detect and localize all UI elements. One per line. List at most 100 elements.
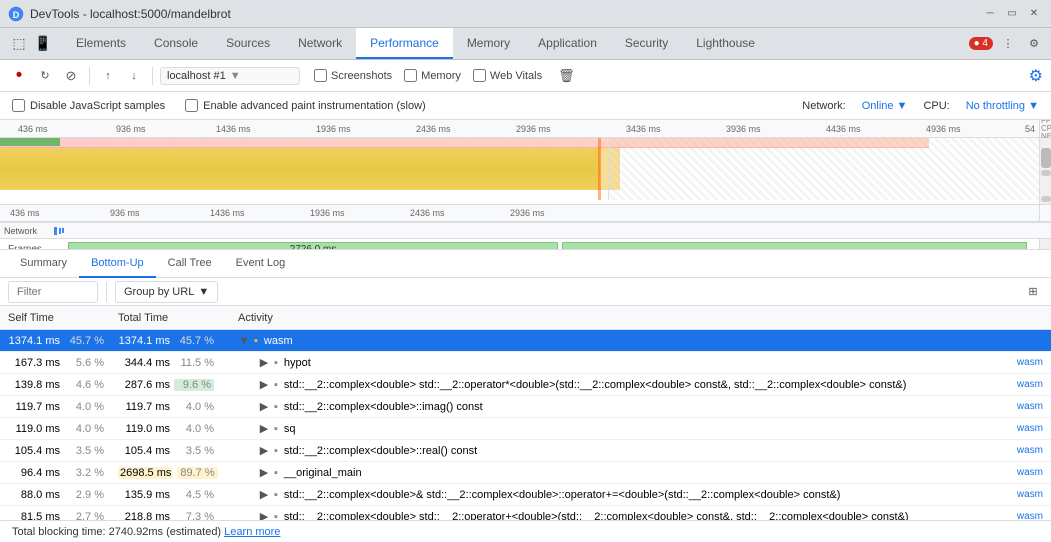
memory-checkbox[interactable] (404, 69, 417, 82)
record-btn[interactable]: ⏺ (8, 65, 30, 87)
timeline-scrollbar-thumb[interactable] (1041, 148, 1051, 168)
wasm-link-8[interactable]: wasm (1017, 511, 1043, 520)
expand-arrow-0[interactable]: ▼ (238, 335, 250, 347)
table-row[interactable]: 81.5 ms 2.7 % 218.8 ms 7.3 % ▶ ▪ std::__… (0, 506, 1051, 520)
webvitals-checkbox[interactable] (473, 69, 486, 82)
error-badge: ● 4 (969, 37, 993, 50)
settings-gear-btn[interactable]: ⚙ (1023, 33, 1045, 55)
tab-bottom-up[interactable]: Bottom-Up (79, 250, 156, 278)
reload-record-btn[interactable]: ↻ (34, 65, 56, 87)
table-row[interactable]: 1374.1 ms 45.7 % 1374.1 ms 45.7 % ▼ ▪ wa… (0, 330, 1051, 352)
scrollbar-btn-down[interactable] (1041, 170, 1051, 176)
expand-arrow-8[interactable]: ▶ (258, 510, 270, 520)
expand-arrow-1[interactable]: ▶ (258, 356, 270, 369)
more-tools-btn[interactable]: ⋮ (997, 33, 1019, 55)
expand-arrow-3[interactable]: ▶ (258, 400, 270, 413)
wasm-link-6[interactable]: wasm (1017, 467, 1043, 478)
svg-text:D: D (13, 10, 20, 20)
frames-bar: 2726.0 ms (68, 242, 558, 251)
disable-js-samples-checkbox[interactable] (12, 99, 25, 112)
table-row[interactable]: 105.4 ms 3.5 % 105.4 ms 3.5 % ▶ ▪ std::_… (0, 440, 1051, 462)
device-btn[interactable]: 📱 (32, 33, 54, 55)
timeline-scrollbar-v[interactable] (1039, 138, 1051, 204)
timeline-ruler-top: 436 ms 936 ms 1436 ms 1936 ms 2436 ms 29… (0, 120, 1051, 138)
marker-line (598, 138, 601, 200)
tab-memory[interactable]: Memory (453, 28, 524, 59)
table-row[interactable]: 88.0 ms 2.9 % 135.9 ms 4.5 % ▶ ▪ std::__… (0, 484, 1051, 506)
devtools-icon: D (8, 6, 24, 22)
upload-btn[interactable]: ↑ (97, 65, 119, 87)
expand-arrow-4[interactable]: ▶ (258, 422, 270, 435)
memory-checkbox-label[interactable]: Memory (404, 69, 461, 82)
table-row[interactable]: 119.7 ms 4.0 % 119.7 ms 4.0 % ▶ ▪ std::_… (0, 396, 1051, 418)
tab-bar-right: ● 4 ⋮ ⚙ (969, 28, 1051, 59)
enable-advanced-paint-label[interactable]: Enable advanced paint instrumentation (s… (185, 99, 426, 112)
bottom-tick-5: 2936 ms (510, 208, 545, 218)
clear-btn[interactable]: ⊘ (60, 65, 82, 87)
collapse-btn[interactable]: ⊞ (1023, 282, 1043, 302)
expand-arrow-2[interactable]: ▶ (258, 378, 270, 391)
close-btn[interactable]: ✕ (1025, 5, 1043, 23)
tab-network[interactable]: Network (284, 28, 356, 59)
cell-total-time-3: 119.7 ms 4.0 % (118, 401, 238, 413)
inspect-btn[interactable]: ⬚ (8, 33, 30, 55)
filter-input[interactable] (8, 281, 98, 303)
ruler-tick-3: 1936 ms (316, 124, 351, 134)
url-display: localhost #1 ▼ (160, 67, 300, 85)
wasm-link-3[interactable]: wasm (1017, 401, 1043, 412)
tab-console[interactable]: Console (140, 28, 212, 59)
tab-summary[interactable]: Summary (8, 250, 79, 278)
wasm-link-1[interactable]: wasm (1017, 357, 1043, 368)
timeline-chart[interactable] (0, 138, 1051, 204)
table-row[interactable]: 167.3 ms 5.6 % 344.4 ms 11.5 % ▶ ▪ hypot… (0, 352, 1051, 374)
minimize-btn[interactable]: ─ (981, 5, 999, 23)
table-row[interactable]: 119.0 ms 4.0 % 119.0 ms 4.0 % ▶ ▪ sq was… (0, 418, 1051, 440)
col-header-activity: Activity (238, 312, 1043, 324)
cpu-select[interactable]: No throttling ▼ (966, 100, 1039, 112)
frames-chart[interactable]: 2726.0 ms (68, 241, 1039, 251)
ruler-tick-10: 54 (1025, 124, 1035, 134)
folder-icon-8: ▪ (274, 511, 278, 521)
sep1 (89, 67, 90, 85)
network-bar (62, 228, 64, 233)
expand-arrow-6[interactable]: ▶ (258, 466, 270, 479)
wasm-link-5[interactable]: wasm (1017, 445, 1043, 456)
url-dropdown[interactable]: ▼ (230, 70, 241, 82)
wasm-link-7[interactable]: wasm (1017, 489, 1043, 500)
network-select[interactable]: Online ▼ (862, 100, 908, 112)
group-by-select[interactable]: Group by URL ▼ (115, 281, 218, 303)
filter-row: Group by URL ▼ ⊞ (0, 278, 1051, 306)
webvitals-checkbox-label[interactable]: Web Vitals (473, 69, 542, 82)
tab-sources[interactable]: Sources (212, 28, 284, 59)
scrollbar-btn-up[interactable] (1041, 196, 1051, 202)
tab-performance[interactable]: Performance (356, 28, 453, 59)
ruler-tick-1: 936 ms (116, 124, 146, 134)
screenshots-checkbox[interactable] (314, 69, 327, 82)
tab-lighthouse[interactable]: Lighthouse (682, 28, 769, 59)
expand-arrow-5[interactable]: ▶ (258, 444, 270, 457)
disable-js-samples-label[interactable]: Disable JavaScript samples (12, 99, 165, 112)
status-bar: Total blocking time: 2740.92ms (estimate… (0, 520, 1051, 542)
expand-arrow-7[interactable]: ▶ (258, 488, 270, 501)
screenshots-checkbox-label[interactable]: Screenshots (314, 69, 392, 82)
download-btn[interactable]: ↓ (123, 65, 145, 87)
tab-event-log[interactable]: Event Log (224, 250, 298, 278)
tab-call-tree[interactable]: Call Tree (156, 250, 224, 278)
table-row[interactable]: 96.4 ms 3.2 % 2698.5 ms 89.7 % ▶ ▪ __ori… (0, 462, 1051, 484)
perf-settings-btn[interactable]: ⚙ (1029, 68, 1043, 85)
tab-application[interactable]: Application (524, 28, 611, 59)
cell-activity-8: ▶ ▪ std::__2::complex<double> std::__2::… (238, 510, 1043, 520)
network-row-label: Network (4, 226, 54, 236)
wasm-link-4[interactable]: wasm (1017, 423, 1043, 434)
network-label: Network: (802, 100, 845, 112)
tab-security[interactable]: Security (611, 28, 682, 59)
maximize-btn[interactable]: ▭ (1003, 5, 1021, 23)
enable-advanced-paint-checkbox[interactable] (185, 99, 198, 112)
tab-elements[interactable]: Elements (62, 28, 140, 59)
table-row[interactable]: 139.8 ms 4.6 % 287.6 ms 9.6 % ▶ ▪ std::_… (0, 374, 1051, 396)
clear-recordings-btn[interactable]: 🗑 (558, 68, 575, 84)
learn-more-link[interactable]: Learn more (224, 526, 280, 538)
cell-activity-4: ▶ ▪ sq wasm (238, 422, 1043, 435)
wasm-link-2[interactable]: wasm (1017, 379, 1043, 390)
folder-icon-4: ▪ (274, 423, 278, 435)
